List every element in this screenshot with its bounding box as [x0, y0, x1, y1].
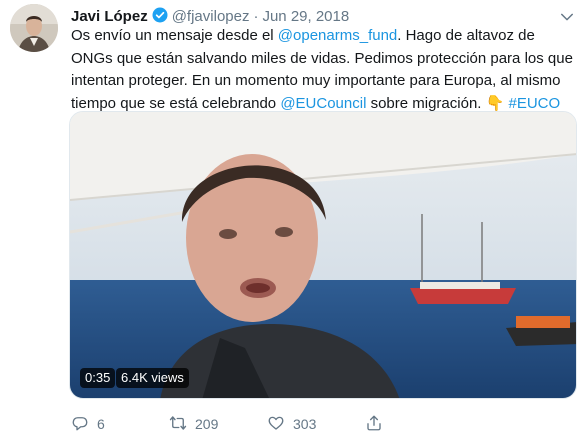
mention-link[interactable]: @openarms_fund [278, 27, 397, 44]
like-button[interactable]: 303 [267, 412, 316, 436]
share-icon [365, 414, 391, 435]
tweet-date[interactable]: Jun 29, 2018 [262, 8, 349, 25]
hashtag-link[interactable]: #EUCO [508, 95, 560, 112]
avatar[interactable] [10, 4, 58, 52]
tweet-text-part: sobre migración. [366, 94, 486, 112]
retweet-icon [169, 414, 195, 435]
tweet-text: Os envío un mensaje desde el @openarms_f… [71, 25, 579, 115]
chevron-down-icon[interactable] [558, 8, 576, 26]
video-player[interactable]: 0:35 6.4K views [69, 111, 577, 399]
author-handle[interactable]: @fjavilopez [172, 8, 250, 25]
share-button[interactable] [365, 412, 391, 436]
like-count: 303 [293, 416, 317, 432]
like-icon [267, 414, 293, 435]
reply-button[interactable]: 6 [71, 412, 105, 436]
avatar-photo [10, 4, 58, 52]
retweet-button[interactable]: 209 [169, 412, 218, 436]
action-bar: 6 209 303 [71, 412, 579, 436]
separator-dot: · [253, 8, 259, 25]
author-name[interactable]: Javi López [71, 8, 148, 25]
pointing-down-emoji: 👇 [485, 94, 505, 112]
retweet-count: 209 [195, 416, 219, 432]
reply-icon [71, 414, 97, 435]
mention-link[interactable]: @EUCouncil [280, 95, 366, 112]
tweet-card[interactable]: Javi López @fjavilopez · Jun 29, 2018 Os en… [0, 0, 586, 441]
reply-count: 6 [97, 416, 105, 432]
video-duration-badge: 0:35 [80, 368, 116, 388]
video-thumbnail [70, 112, 576, 398]
tweet-text-part: Os envío un mensaje desde el [71, 27, 278, 44]
video-views-badge: 6.4K views [116, 368, 189, 388]
